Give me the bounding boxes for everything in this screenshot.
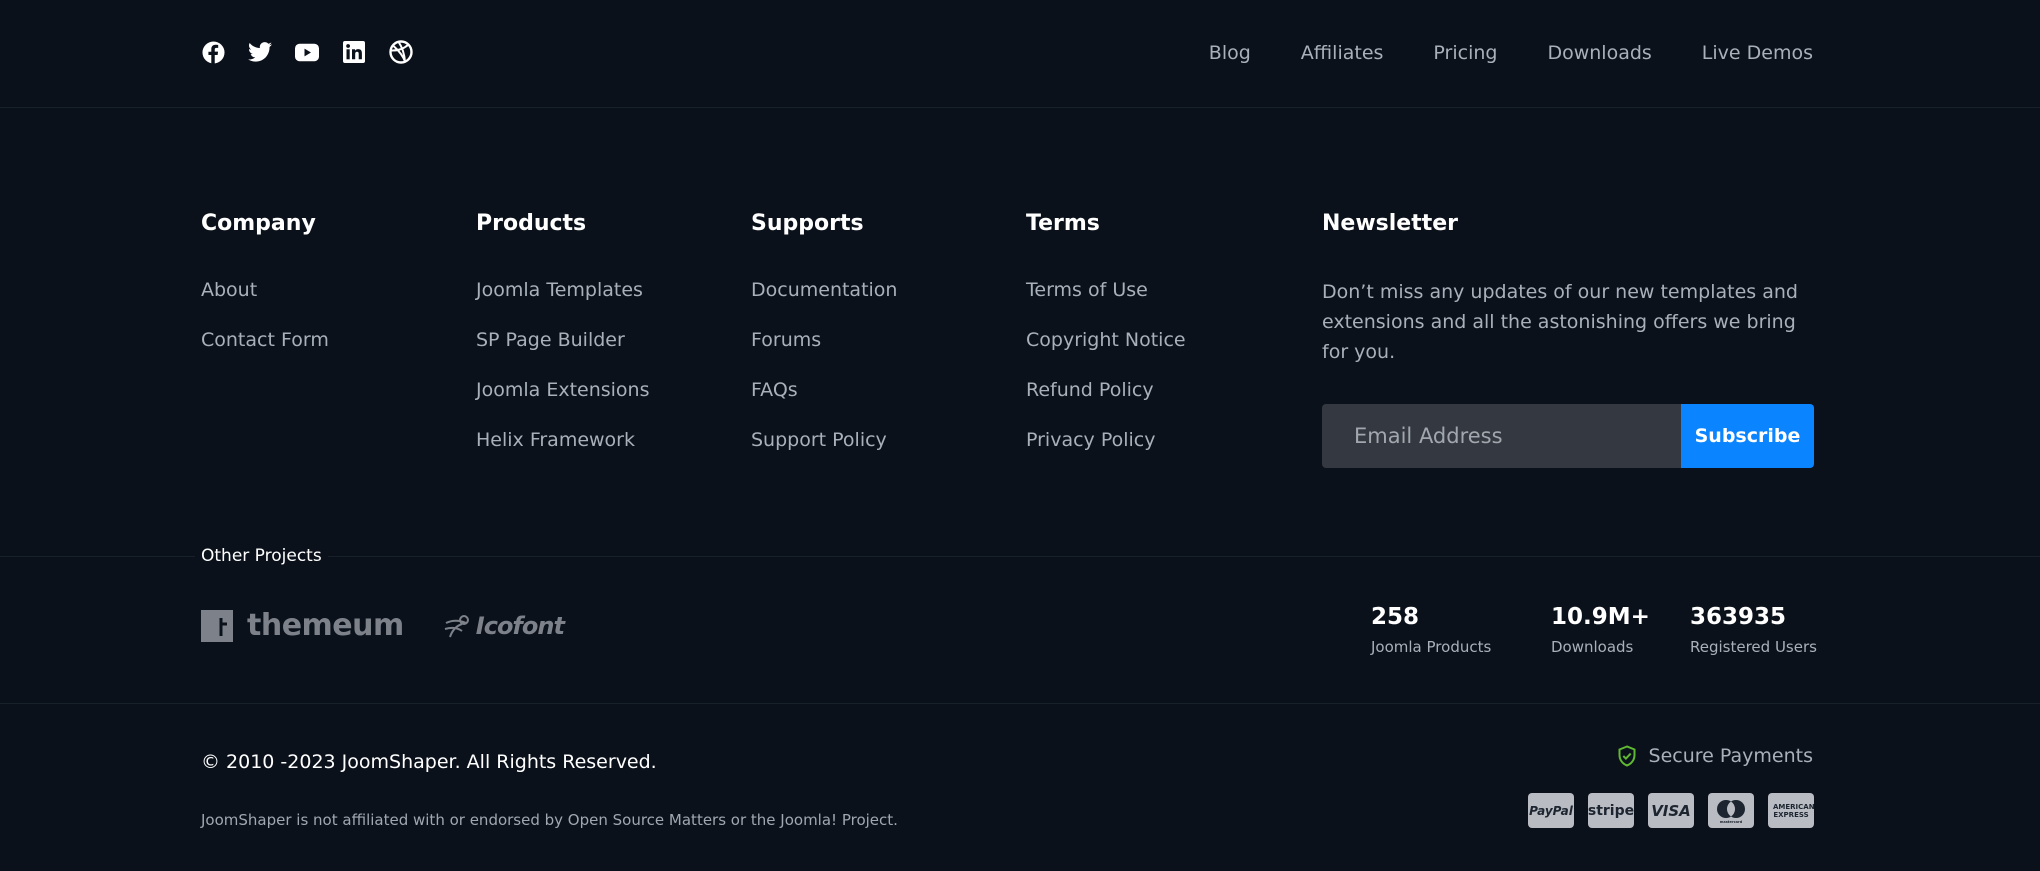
company-heading: Company bbox=[201, 211, 316, 236]
newsletter-description: Don’t miss any updates of our new templa… bbox=[1322, 281, 1798, 363]
link-helix-framework[interactable]: Helix Framework bbox=[476, 429, 635, 451]
mastercard-label: mastercard bbox=[1720, 820, 1743, 824]
stat-products-label: Joomla Products bbox=[1371, 638, 1492, 656]
youtube-icon[interactable] bbox=[295, 40, 319, 64]
amex-label: AMERICAN EXPRESS bbox=[1773, 802, 1815, 819]
copyright-text: © 2010 -2023 JoomShaper. All Rights Rese… bbox=[201, 751, 657, 773]
stat-products: 258 Joomla Products bbox=[1371, 603, 1491, 657]
amex-icon: AMERICAN EXPRESS bbox=[1768, 793, 1815, 828]
supports-heading: Supports bbox=[751, 211, 864, 236]
link-sp-page-builder[interactable]: SP Page Builder bbox=[476, 329, 625, 351]
link-privacy-policy[interactable]: Privacy Policy bbox=[1026, 429, 1155, 451]
link-forums[interactable]: Forums bbox=[751, 329, 821, 351]
themeum-wordmark: themeum bbox=[247, 608, 404, 643]
link-terms-of-use[interactable]: Terms of Use bbox=[1026, 279, 1148, 301]
products-links: Joomla Templates SP Page Builder Joomla … bbox=[476, 277, 650, 477]
link-documentation[interactable]: Documentation bbox=[751, 279, 897, 301]
link-joomla-extensions[interactable]: Joomla Extensions bbox=[476, 379, 650, 401]
stripe-icon: stripe bbox=[1588, 793, 1634, 828]
secure-payments: Secure Payments bbox=[1617, 743, 1813, 769]
nav-downloads[interactable]: Downloads bbox=[1547, 40, 1651, 66]
top-navigation: Blog Affiliates Pricing Downloads Live D… bbox=[1209, 40, 1813, 66]
social-links bbox=[201, 40, 436, 64]
newsletter-heading: Newsletter bbox=[1322, 211, 1459, 236]
newsletter-form: Subscribe bbox=[1322, 404, 1814, 468]
secure-payments-label: Secure Payments bbox=[1648, 745, 1813, 767]
link-copyright-notice[interactable]: Copyright Notice bbox=[1026, 329, 1186, 351]
paypal-label: PayPal bbox=[1529, 803, 1573, 818]
link-about[interactable]: About bbox=[201, 279, 257, 301]
dribbble-icon[interactable] bbox=[389, 40, 413, 64]
stat-downloads-value: 10.9M+ bbox=[1551, 604, 1650, 630]
stat-users: 363935 Registered Users bbox=[1690, 603, 1817, 657]
payment-methods: PayPal stripe VISA mastercard AMERICAN E… bbox=[1528, 793, 1815, 828]
link-joomla-templates[interactable]: Joomla Templates bbox=[476, 279, 643, 301]
partner-logos: themeum Icofont bbox=[201, 608, 565, 643]
nav-pricing[interactable]: Pricing bbox=[1433, 40, 1497, 66]
link-refund-policy[interactable]: Refund Policy bbox=[1026, 379, 1154, 401]
stat-downloads-label: Downloads bbox=[1551, 638, 1634, 656]
disclaimer-text: JoomShaper is not affiliated with or end… bbox=[201, 811, 898, 829]
other-projects-label: Other Projects bbox=[195, 544, 328, 568]
terms-heading: Terms bbox=[1026, 211, 1100, 236]
link-support-policy[interactable]: Support Policy bbox=[751, 429, 887, 451]
terms-links: Terms of Use Copyright Notice Refund Pol… bbox=[1026, 277, 1186, 477]
company-links: About Contact Form bbox=[201, 277, 329, 377]
visa-label: VISA bbox=[1651, 801, 1691, 820]
shield-check-icon bbox=[1618, 745, 1636, 767]
twitter-icon[interactable] bbox=[248, 40, 272, 64]
visa-icon: VISA bbox=[1648, 793, 1694, 828]
themeum-mark-icon bbox=[201, 609, 233, 642]
mastercard-circles: mastercard bbox=[1717, 799, 1745, 824]
facebook-icon[interactable] bbox=[201, 40, 225, 64]
subscribe-button[interactable]: Subscribe bbox=[1681, 404, 1814, 468]
supports-links: Documentation Forums FAQs Support Policy bbox=[751, 277, 897, 477]
link-faqs[interactable]: FAQs bbox=[751, 379, 798, 401]
stat-downloads: 10.9M+ Downloads bbox=[1551, 603, 1650, 657]
top-divider bbox=[0, 107, 2040, 108]
bottom-divider bbox=[0, 703, 2040, 704]
mastercard-icon: mastercard bbox=[1708, 793, 1754, 828]
icofont-mark-icon bbox=[444, 614, 469, 637]
paypal-icon: PayPal bbox=[1528, 793, 1574, 828]
themeum-logo[interactable]: themeum bbox=[201, 608, 404, 643]
icofont-wordmark: Icofont bbox=[475, 611, 565, 640]
link-contact-form[interactable]: Contact Form bbox=[201, 329, 329, 351]
email-input[interactable] bbox=[1322, 404, 1681, 468]
icofont-logo[interactable]: Icofont bbox=[442, 611, 565, 641]
stripe-label: stripe bbox=[1587, 802, 1635, 819]
stat-users-label: Registered Users bbox=[1690, 638, 1817, 656]
linkedin-icon[interactable] bbox=[342, 40, 366, 64]
stat-products-value: 258 bbox=[1371, 604, 1420, 630]
nav-affiliates[interactable]: Affiliates bbox=[1301, 40, 1384, 66]
nav-live-demos[interactable]: Live Demos bbox=[1702, 40, 1813, 66]
products-heading: Products bbox=[476, 211, 587, 236]
nav-blog[interactable]: Blog bbox=[1209, 40, 1251, 66]
stat-users-value: 363935 bbox=[1690, 604, 1787, 630]
